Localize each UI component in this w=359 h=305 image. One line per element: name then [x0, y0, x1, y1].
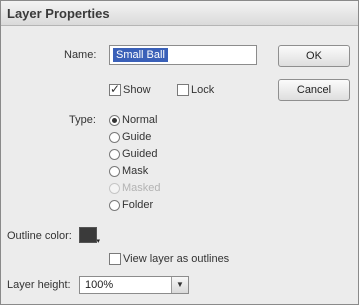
name-input[interactable]: Small Ball	[109, 45, 257, 65]
show-checkbox[interactable]: ✓	[109, 82, 121, 96]
type-option-guided: Guided	[122, 148, 158, 160]
type-radio-folder[interactable]	[109, 200, 120, 211]
radio-selected-dot	[112, 118, 117, 123]
view-outlines-checkbox[interactable]	[109, 253, 121, 265]
view-outlines-label: View layer as outlines	[123, 253, 230, 265]
type-option-masked: Masked	[122, 182, 161, 194]
type-radio-guide[interactable]	[109, 132, 120, 143]
type-option-guide: Guide	[122, 131, 152, 143]
title-bar[interactable]: Layer Properties	[1, 1, 358, 26]
type-option-normal: Normal	[122, 114, 158, 126]
layer-height-label: Layer height:	[7, 279, 71, 291]
type-option-folder: Folder	[122, 199, 154, 211]
type-option-mask: Mask	[122, 165, 149, 177]
dropdown-arrow-icon: ▾	[96, 238, 100, 245]
outline-color-label: Outline color:	[7, 230, 72, 242]
chevron-down-icon[interactable]: ▼	[171, 277, 188, 293]
layer-height-value: 100%	[85, 279, 114, 291]
type-radio-guided[interactable]	[109, 149, 120, 160]
dialog-title: Layer Properties	[7, 6, 110, 21]
name-label: Name:	[64, 49, 97, 61]
ok-button[interactable]: OK	[278, 45, 350, 67]
name-input-value: Small Ball	[113, 48, 168, 62]
checkmark-icon: ✓	[110, 82, 121, 96]
layer-properties-dialog: Layer Properties Name: Small Ball OK Can…	[0, 0, 359, 305]
color-swatch	[79, 227, 97, 243]
type-radio-masked	[109, 183, 120, 194]
lock-label: Lock	[191, 84, 215, 96]
layer-height-select[interactable]: 100% ▼	[79, 276, 189, 294]
type-radio-normal[interactable]	[109, 115, 120, 126]
type-label: Type:	[69, 114, 96, 126]
lock-checkbox[interactable]	[177, 84, 189, 96]
cancel-button[interactable]: Cancel	[278, 79, 350, 101]
outline-color-picker[interactable]: ▾	[79, 227, 100, 245]
type-radio-mask[interactable]	[109, 166, 120, 177]
show-label: Show	[123, 84, 151, 96]
